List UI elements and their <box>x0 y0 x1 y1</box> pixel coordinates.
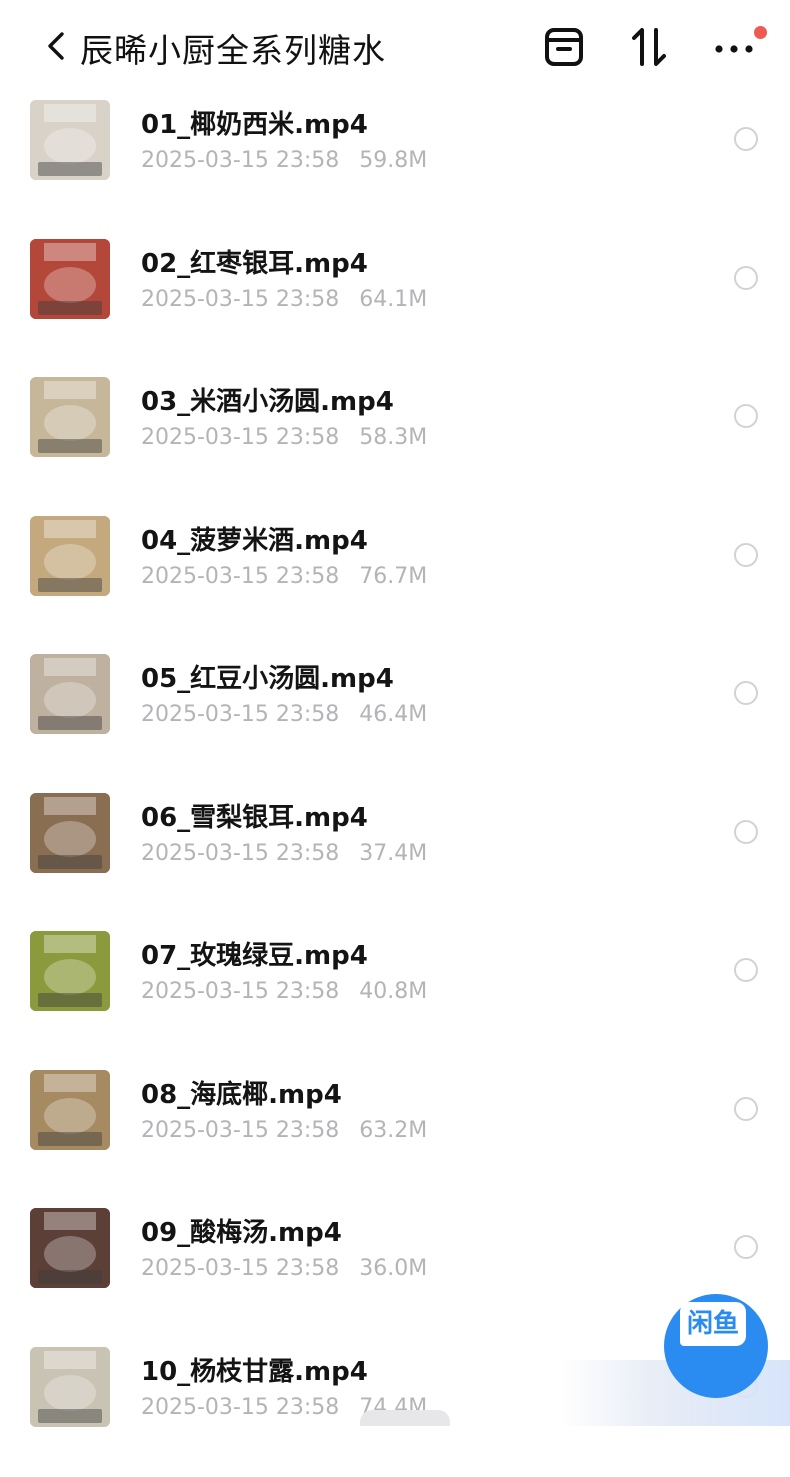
file-date: 2025-03-15 23:58 <box>141 564 339 589</box>
file-name: 04_菠萝米酒.mp4 <box>141 520 368 557</box>
file-size: 63.2M <box>359 1118 427 1143</box>
file-row[interactable]: 02_红枣银耳.mp4 2025-03-15 23:58 64.1M <box>0 231 790 370</box>
file-date: 2025-03-15 23:58 <box>141 1118 339 1143</box>
file-meta: 2025-03-15 23:58 46.4M <box>141 702 427 727</box>
select-radio[interactable] <box>734 127 758 151</box>
chevron-left-icon <box>40 26 76 66</box>
video-thumbnail <box>30 239 110 319</box>
file-meta: 2025-03-15 23:58 64.1M <box>141 287 427 312</box>
video-thumbnail <box>30 1347 110 1427</box>
file-row[interactable]: 03_米酒小汤圆.mp4 2025-03-15 23:58 58.3M <box>0 369 790 508</box>
notification-dot <box>754 26 767 39</box>
video-thumbnail <box>30 516 110 596</box>
file-name: 07_玫瑰绿豆.mp4 <box>141 935 368 972</box>
video-thumbnail <box>30 793 110 873</box>
xianyu-floating-button[interactable]: 闲鱼 <box>664 1294 768 1398</box>
file-size: 40.8M <box>359 979 427 1004</box>
file-date: 2025-03-15 23:58 <box>141 702 339 727</box>
select-radio[interactable] <box>734 681 758 705</box>
file-meta: 2025-03-15 23:58 37.4M <box>141 841 427 866</box>
file-size: 37.4M <box>359 841 427 866</box>
video-thumbnail <box>30 1070 110 1150</box>
file-name: 06_雪梨银耳.mp4 <box>141 797 368 834</box>
file-name: 09_酸梅汤.mp4 <box>141 1212 342 1249</box>
file-row[interactable]: 04_菠萝米酒.mp4 2025-03-15 23:58 76.7M <box>0 508 790 647</box>
file-row[interactable]: 05_红豆小汤圆.mp4 2025-03-15 23:58 46.4M <box>0 646 790 785</box>
file-meta: 2025-03-15 23:58 76.7M <box>141 564 427 589</box>
video-thumbnail <box>30 1208 110 1288</box>
file-meta: 2025-03-15 23:58 36.0M <box>141 1256 427 1281</box>
file-date: 2025-03-15 23:58 <box>141 1256 339 1281</box>
select-radio[interactable] <box>734 1235 758 1259</box>
file-name: 08_海底椰.mp4 <box>141 1074 342 1111</box>
file-name: 03_米酒小汤圆.mp4 <box>141 381 394 418</box>
file-size: 64.1M <box>359 287 427 312</box>
video-thumbnail <box>30 377 110 457</box>
page-title: 辰晞小厨全系列糖水 <box>80 24 386 72</box>
file-meta: 2025-03-15 23:58 59.8M <box>141 148 427 173</box>
file-date: 2025-03-15 23:58 <box>141 979 339 1004</box>
sort-icon[interactable] <box>626 24 672 70</box>
select-radio[interactable] <box>734 404 758 428</box>
file-row[interactable]: 08_海底椰.mp4 2025-03-15 23:58 63.2M <box>0 1062 790 1201</box>
file-size: 76.7M <box>359 564 427 589</box>
file-date: 2025-03-15 23:58 <box>141 1395 339 1420</box>
bottom-handle <box>360 1410 450 1426</box>
xianyu-badge-label: 闲鱼 <box>680 1302 746 1346</box>
select-radio[interactable] <box>734 1097 758 1121</box>
file-size: 46.4M <box>359 702 427 727</box>
file-name: 10_杨枝甘露.mp4 <box>141 1351 368 1388</box>
video-thumbnail <box>30 931 110 1011</box>
video-thumbnail <box>30 654 110 734</box>
file-size: 59.8M <box>359 148 427 173</box>
back-button[interactable] <box>40 26 76 66</box>
file-size: 36.0M <box>359 1256 427 1281</box>
file-meta: 2025-03-15 23:58 58.3M <box>141 425 427 450</box>
select-radio[interactable] <box>734 543 758 567</box>
file-name: 01_椰奶西米.mp4 <box>141 104 368 141</box>
file-meta: 2025-03-15 23:58 63.2M <box>141 1118 427 1143</box>
file-row[interactable]: 06_雪梨银耳.mp4 2025-03-15 23:58 37.4M <box>0 785 790 924</box>
video-thumbnail <box>30 100 110 180</box>
file-meta: 2025-03-15 23:58 40.8M <box>141 979 427 1004</box>
file-row[interactable]: 01_椰奶西米.mp4 2025-03-15 23:58 59.8M <box>0 92 790 231</box>
file-date: 2025-03-15 23:58 <box>141 841 339 866</box>
more-icon[interactable] <box>712 24 758 70</box>
select-radio[interactable] <box>734 958 758 982</box>
file-date: 2025-03-15 23:58 <box>141 425 339 450</box>
file-name: 02_红枣银耳.mp4 <box>141 243 368 280</box>
file-name: 05_红豆小汤圆.mp4 <box>141 658 394 695</box>
file-date: 2025-03-15 23:58 <box>141 287 339 312</box>
top-bar: 辰晞小厨全系列糖水 <box>0 0 790 92</box>
archive-box-icon[interactable] <box>541 24 587 70</box>
file-size: 58.3M <box>359 425 427 450</box>
file-date: 2025-03-15 23:58 <box>141 148 339 173</box>
select-radio[interactable] <box>734 820 758 844</box>
select-radio[interactable] <box>734 266 758 290</box>
file-list: 01_椰奶西米.mp4 2025-03-15 23:58 59.8M 02_红枣银耳.… <box>0 92 790 1477</box>
file-row[interactable]: 07_玫瑰绿豆.mp4 2025-03-15 23:58 40.8M <box>0 923 790 1062</box>
